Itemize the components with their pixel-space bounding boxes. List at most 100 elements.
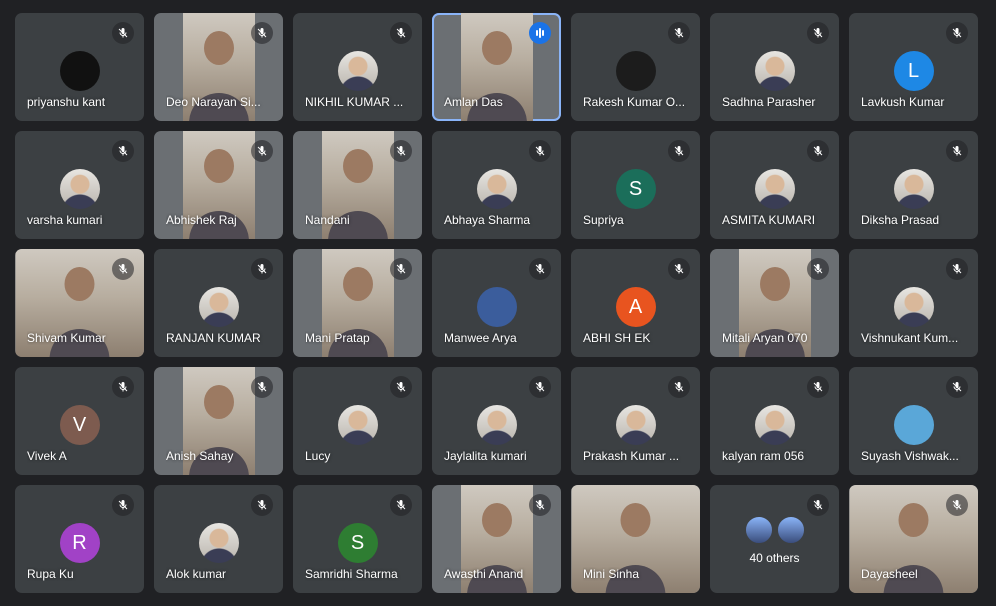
avatar (337, 51, 378, 91)
audio-wave-icon (529, 22, 551, 44)
participant-tile[interactable]: Mini Sinha (571, 485, 700, 593)
participant-tile[interactable]: Anish Sahay (154, 367, 283, 475)
avatar (615, 405, 656, 445)
participant-name: kalyan ram 056 (722, 449, 805, 463)
participant-tile[interactable]: 40 others (710, 485, 839, 593)
participant-name: Rupa Ku (27, 567, 74, 581)
participant-name: Alok kumar (166, 567, 227, 581)
participant-name: Samridhi Sharma (305, 567, 398, 581)
avatar: R (59, 523, 100, 563)
mic-off-icon (251, 140, 273, 162)
participant-tile[interactable]: S Samridhi Sharma (293, 485, 422, 593)
avatar (476, 405, 517, 445)
participant-tile[interactable]: Nandani (293, 131, 422, 239)
participant-tile[interactable]: Awasthi Anand (432, 485, 561, 593)
mic-off-icon (529, 376, 551, 398)
participant-tile[interactable]: Dayasheel (849, 485, 978, 593)
participant-tile[interactable]: R Rupa Ku (15, 485, 144, 593)
mic-off-icon (112, 258, 134, 280)
mic-off-icon (390, 494, 412, 516)
avatar: S (615, 169, 656, 209)
mic-off-icon (668, 22, 690, 44)
mic-off-icon (112, 140, 134, 162)
participant-name: Anish Sahay (166, 449, 234, 463)
participant-tile[interactable]: Shivam Kumar (15, 249, 144, 357)
participant-tile[interactable]: A ABHI SH EK (571, 249, 700, 357)
participant-tile[interactable]: Prakash Kumar ... (571, 367, 700, 475)
mic-off-icon (390, 140, 412, 162)
mic-off-icon (251, 22, 273, 44)
participant-name: RANJAN KUMAR (166, 331, 261, 345)
mic-off-icon (946, 494, 968, 516)
participant-tile[interactable]: Sadhna Parasher (710, 13, 839, 121)
avatar (198, 287, 239, 327)
avatar (893, 287, 934, 327)
participant-tile[interactable]: Abhishek Raj (154, 131, 283, 239)
participant-tile[interactable]: Amlan Das (432, 13, 561, 121)
avatar (198, 523, 239, 563)
participant-name: Awasthi Anand (444, 567, 524, 581)
participant-name: varsha kumari (27, 213, 103, 227)
participant-tile[interactable]: Diksha Prasad (849, 131, 978, 239)
participant-name: Abhishek Raj (166, 213, 237, 227)
participant-tile[interactable]: Abhaya Sharma (432, 131, 561, 239)
participant-tile[interactable]: Deo Narayan Si... (154, 13, 283, 121)
participant-name: Sadhna Parasher (722, 95, 816, 109)
avatar (754, 51, 795, 91)
avatar: S (337, 523, 378, 563)
participant-tile[interactable]: Manwee Arya (432, 249, 561, 357)
participant-name: Amlan Das (444, 95, 503, 109)
participant-tile[interactable]: Vishnukant Kum... (849, 249, 978, 357)
participant-name: Vivek A (27, 449, 67, 463)
participant-tile[interactable]: priyanshu kant (15, 13, 144, 121)
mic-off-icon (668, 140, 690, 162)
participant-tile[interactable]: Jaylalita kumari (432, 367, 561, 475)
avatar (893, 169, 934, 209)
participant-name: ABHI SH EK (583, 331, 651, 345)
participant-tile[interactable]: NIKHIL KUMAR ... (293, 13, 422, 121)
avatar: L (893, 51, 934, 91)
participant-name: Nandani (305, 213, 350, 227)
participant-name: Lavkush Kumar (861, 95, 945, 109)
mic-off-icon (251, 258, 273, 280)
participant-name: Suyash Vishwak... (861, 449, 959, 463)
mic-off-icon (807, 376, 829, 398)
participant-tile[interactable]: Mitali Aryan 070 (710, 249, 839, 357)
participant-tile[interactable]: V Vivek A (15, 367, 144, 475)
mic-off-icon (529, 494, 551, 516)
participant-tile[interactable]: ASMITA KUMARI (710, 131, 839, 239)
participant-name: Mani Pratap (305, 331, 370, 345)
participant-name: Shivam Kumar (27, 331, 106, 345)
participant-tile[interactable]: Lucy (293, 367, 422, 475)
participant-name: Diksha Prasad (861, 213, 940, 227)
mic-off-icon (112, 494, 134, 516)
participant-tile[interactable]: Alok kumar (154, 485, 283, 593)
participant-tile[interactable]: RANJAN KUMAR (154, 249, 283, 357)
participant-name: Lucy (305, 449, 331, 463)
others-count: 40 others (749, 551, 800, 565)
mic-off-icon (529, 140, 551, 162)
mic-off-icon (112, 22, 134, 44)
mic-off-icon (946, 376, 968, 398)
others-avatars (743, 515, 806, 545)
participant-tile[interactable]: S Supriya (571, 131, 700, 239)
mic-off-icon (529, 258, 551, 280)
participant-tile[interactable]: varsha kumari (15, 131, 144, 239)
participant-tile[interactable]: Mani Pratap (293, 249, 422, 357)
participant-name: Rakesh Kumar O... (583, 95, 686, 109)
mic-off-icon (946, 22, 968, 44)
participant-tile[interactable]: Suyash Vishwak... (849, 367, 978, 475)
mic-off-icon (807, 258, 829, 280)
participant-tile[interactable]: kalyan ram 056 (710, 367, 839, 475)
participant-tile[interactable]: Rakesh Kumar O... (571, 13, 700, 121)
participant-name: NIKHIL KUMAR ... (305, 95, 404, 109)
mic-off-icon (807, 140, 829, 162)
participant-name: Mini Sinha (583, 567, 640, 581)
participant-tile[interactable]: L Lavkush Kumar (849, 13, 978, 121)
participant-name: Prakash Kumar ... (583, 449, 680, 463)
avatar (337, 405, 378, 445)
avatar (59, 51, 100, 91)
avatar (476, 287, 517, 327)
mic-off-icon (112, 376, 134, 398)
avatar (615, 51, 656, 91)
